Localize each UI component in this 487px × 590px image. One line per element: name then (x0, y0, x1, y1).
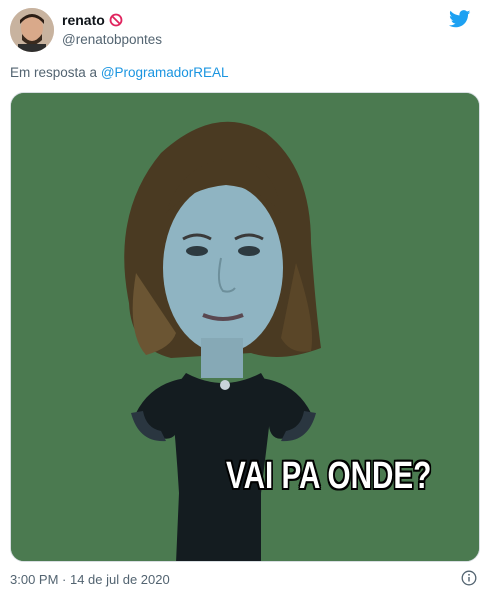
info-icon[interactable] (461, 570, 477, 586)
reply-prefix: Em resposta a (10, 65, 98, 80)
avatar-image (10, 8, 54, 52)
no-entry-icon (109, 13, 123, 27)
author-handle[interactable]: @renatobpontes (62, 32, 162, 47)
avatar[interactable] (10, 8, 54, 52)
twitter-bird-icon[interactable] (449, 10, 471, 28)
meme-caption: VAI PA ONDE? (226, 455, 432, 497)
tweet-card: renato @renatobpontes Em resposta a @Pro… (0, 0, 487, 590)
author-row: renato (62, 12, 123, 28)
tweet-media[interactable]: VAI PA ONDE? (10, 92, 480, 562)
reply-to-link[interactable]: @ProgramadorREAL (101, 65, 229, 80)
tweet-timestamp[interactable]: 3:00 PM · 14 de jul de 2020 (10, 572, 170, 587)
reply-context: Em resposta a @ProgramadorREAL (10, 65, 229, 80)
display-name[interactable]: renato (62, 12, 105, 28)
